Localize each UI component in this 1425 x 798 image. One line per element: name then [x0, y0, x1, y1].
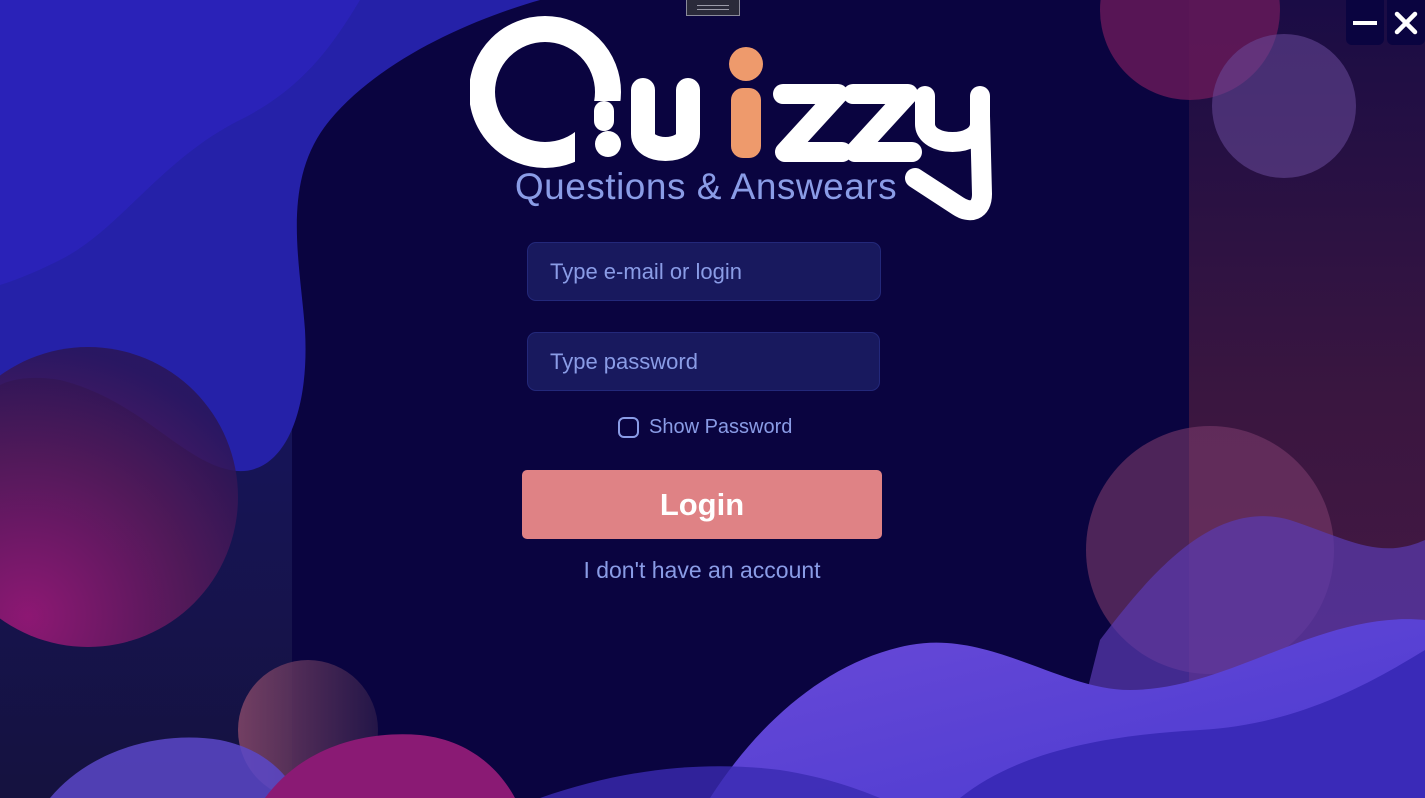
password-input[interactable] [527, 332, 880, 391]
close-button[interactable] [1387, 0, 1425, 45]
app-subtitle: Questions & Answears [514, 166, 898, 207]
no-account-link[interactable]: I don't have an account [522, 557, 882, 584]
login-button[interactable]: Login [522, 470, 882, 539]
show-password-label: Show Password [649, 415, 793, 438]
show-password-checkbox[interactable] [618, 416, 639, 438]
email-login-input[interactable] [527, 242, 881, 301]
close-icon [1394, 11, 1418, 34]
minimize-icon [1353, 20, 1377, 25]
minimize-button[interactable] [1346, 0, 1384, 45]
show-password-toggle[interactable]: Show Password [618, 414, 792, 440]
login-window: Questions & Answears Show Password Login… [0, 0, 1425, 798]
